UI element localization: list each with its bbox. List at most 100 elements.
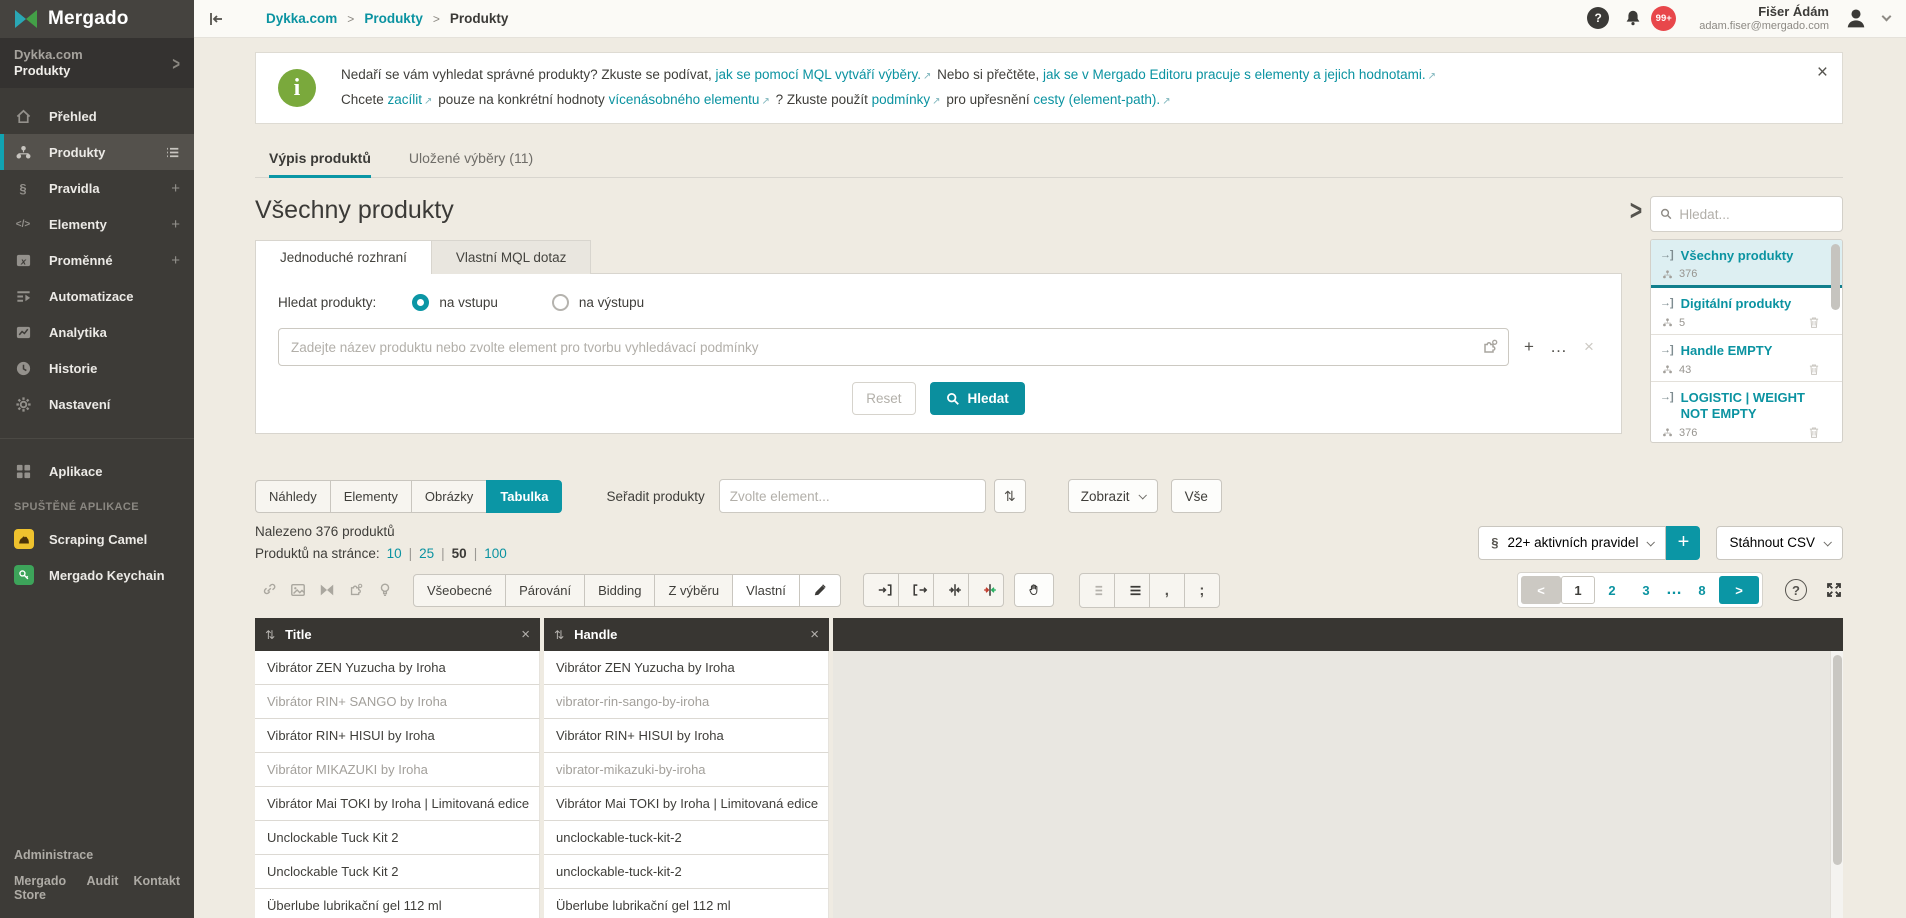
- workspace-switcher[interactable]: Dykka.com Produkty >: [0, 38, 194, 88]
- cell-title[interactable]: Überlube lubrikační gel 112 ml: [255, 889, 540, 918]
- page-2-button[interactable]: 2: [1595, 576, 1629, 604]
- banner-link-mql-vybery[interactable]: jak se pomocí MQL vytváří výběry.: [715, 67, 921, 82]
- help-icon[interactable]: ?: [1587, 7, 1609, 29]
- banner-link-vicenasobny-element[interactable]: vícenásobného elementu: [609, 92, 760, 107]
- active-rules-dropdown[interactable]: § 22+ aktivních pravidel: [1478, 526, 1666, 560]
- delete-selection-icon[interactable]: [1808, 363, 1820, 376]
- view-tabulka-button[interactable]: Tabulka: [486, 480, 562, 513]
- per-page-100[interactable]: 100: [484, 547, 507, 561]
- view-elementy-button[interactable]: Elementy: [330, 480, 412, 513]
- semicolon-separator-button[interactable]: ;: [1184, 573, 1220, 608]
- cell-handle[interactable]: Vibrátor Mai TOKI by Iroha | Limitovaná …: [544, 787, 829, 821]
- clear-query-icon[interactable]: ×: [1579, 337, 1599, 357]
- banner-link-zacilit[interactable]: zacílit: [388, 92, 423, 107]
- selection-vsechny-produkty[interactable]: →]Všechny produkty 376: [1651, 240, 1842, 288]
- show-all-button[interactable]: Vše: [1171, 479, 1222, 513]
- radio-na-vstupu[interactable]: na vstupu: [402, 294, 498, 311]
- cell-handle[interactable]: unclockable-tuck-kit-2: [544, 821, 829, 855]
- link-icon[interactable]: [261, 582, 277, 598]
- mergado-logo[interactable]: Mergado: [0, 0, 194, 38]
- prev-page-button[interactable]: <: [1521, 576, 1561, 604]
- sidebar-app-scraping-camel[interactable]: Scraping Camel: [0, 521, 194, 557]
- table-row[interactable]: Vibrátor RIN+ SANGO by Iroha vibrator-ri…: [255, 685, 1843, 719]
- cell-handle[interactable]: Vibrátor RIN+ HISUI by Iroha: [544, 719, 829, 753]
- puzzle-gear-icon[interactable]: [348, 582, 364, 598]
- mergado-m-icon[interactable]: [319, 582, 335, 598]
- export-after-button[interactable]: [898, 573, 934, 607]
- cell-handle[interactable]: vibrator-rin-sango-by-iroha: [544, 685, 829, 719]
- sort-column-icon[interactable]: ⇅: [265, 628, 275, 642]
- selections-search-input[interactable]: [1679, 207, 1833, 222]
- category-bidding-button[interactable]: Bidding: [584, 574, 655, 607]
- footer-link-mergado-store[interactable]: Mergado Store: [14, 874, 72, 902]
- footer-link-kontakt[interactable]: Kontakt: [133, 874, 180, 902]
- notifications-bell-icon[interactable]: [1624, 9, 1642, 27]
- selection-digitalni-produkty[interactable]: →]Digitální produkty 5: [1651, 288, 1842, 335]
- sidebar-item-analytika[interactable]: Analytika: [0, 314, 194, 350]
- selections-scrollbar[interactable]: [1831, 244, 1840, 310]
- cell-title[interactable]: Vibrátor RIN+ HISUI by Iroha: [255, 719, 540, 753]
- table-row[interactable]: Überlube lubrikační gel 112 ml Überlube …: [255, 889, 1843, 918]
- category-z-vyberu-button[interactable]: Z výběru: [654, 574, 733, 607]
- banner-link-element-path[interactable]: cesty (element-path).: [1033, 92, 1160, 107]
- remove-column-icon[interactable]: ×: [810, 626, 819, 643]
- tab-vlastni-mql-dotaz[interactable]: Vlastní MQL dotaz: [431, 240, 592, 274]
- cell-title[interactable]: Vibrátor RIN+ SANGO by Iroha: [255, 685, 540, 719]
- more-options-icon[interactable]: …: [1549, 337, 1569, 357]
- fullscreen-icon[interactable]: [1825, 581, 1843, 599]
- sidebar-item-automatizace[interactable]: Automatizace: [0, 278, 194, 314]
- selection-handle-empty[interactable]: →]Handle EMPTY 43: [1651, 335, 1842, 382]
- sidebar-item-historie[interactable]: Historie: [0, 350, 194, 386]
- collapse-selections-icon[interactable]: >: [1630, 196, 1642, 228]
- page-1-button[interactable]: 1: [1561, 576, 1595, 604]
- sidebar-item-pravidla[interactable]: § Pravidla +: [0, 170, 194, 206]
- tab-ulozene-vybery[interactable]: Uložené výběry (11): [409, 150, 533, 177]
- radio-na-vystupu[interactable]: na výstupu: [542, 294, 644, 311]
- drag-hand-button[interactable]: [1014, 573, 1054, 607]
- product-query-input[interactable]: [278, 328, 1509, 366]
- delete-selection-icon[interactable]: [1808, 316, 1820, 329]
- user-menu-caret-icon[interactable]: [1882, 12, 1892, 22]
- selection-logistic-weight[interactable]: →]LOGISTIC | WEIGHT NOT EMPTY 376: [1651, 382, 1842, 443]
- add-rule-icon[interactable]: +: [171, 180, 180, 197]
- remove-column-icon[interactable]: ×: [521, 626, 530, 643]
- view-obrazky-button[interactable]: Obrázky: [411, 480, 487, 513]
- notifications-badge[interactable]: 99+: [1651, 6, 1676, 31]
- table-help-icon[interactable]: ?: [1785, 579, 1807, 601]
- sort-direction-button[interactable]: ⇅: [994, 479, 1026, 513]
- sort-column-icon[interactable]: ⇅: [554, 628, 564, 642]
- display-dropdown-button[interactable]: Zobrazit: [1068, 479, 1158, 513]
- category-vlastni-button[interactable]: Vlastní: [732, 574, 800, 607]
- add-condition-icon[interactable]: +: [1519, 337, 1539, 357]
- table-row[interactable]: Unclockable Tuck Kit 2 unclockable-tuck-…: [255, 855, 1843, 889]
- table-scrollbar-thumb[interactable]: [1833, 655, 1842, 865]
- per-page-50-current[interactable]: 50: [452, 547, 467, 561]
- cell-title[interactable]: Unclockable Tuck Kit 2: [255, 821, 540, 855]
- table-row[interactable]: Vibrátor RIN+ HISUI by Iroha Vibrátor RI…: [255, 719, 1843, 753]
- view-nahledy-button[interactable]: Náhledy: [255, 480, 331, 513]
- compact-rows-button[interactable]: [1079, 573, 1115, 608]
- avatar-icon[interactable]: [1844, 6, 1868, 30]
- admin-link[interactable]: Administrace: [14, 848, 180, 862]
- per-page-25[interactable]: 25: [419, 547, 434, 561]
- banner-close-icon[interactable]: ×: [1817, 63, 1828, 82]
- sidebar-item-nastaveni[interactable]: Nastavení: [0, 386, 194, 422]
- products-list-icon[interactable]: [165, 145, 180, 160]
- tab-vypis-produktu[interactable]: Výpis produktů: [269, 150, 371, 178]
- cell-title[interactable]: Vibrátor MIKAZUKI by Iroha: [255, 753, 540, 787]
- page-3-button[interactable]: 3: [1629, 576, 1663, 604]
- comma-separator-button[interactable]: ,: [1149, 573, 1185, 608]
- sidebar-item-aplikace[interactable]: Aplikace: [0, 453, 194, 489]
- cell-title[interactable]: Unclockable Tuck Kit 2: [255, 855, 540, 889]
- per-page-10[interactable]: 10: [387, 547, 402, 561]
- page-8-button[interactable]: 8: [1685, 576, 1719, 604]
- cell-handle[interactable]: Vibrátor ZEN Yuzucha by Iroha: [544, 651, 829, 685]
- cell-handle[interactable]: Überlube lubrikační gel 112 ml: [544, 889, 829, 918]
- add-rule-button[interactable]: +: [1666, 526, 1700, 560]
- tab-jednoduche-rozhrani[interactable]: Jednoduché rozhraní: [255, 240, 432, 274]
- puzzle-gear-icon[interactable]: [1481, 338, 1499, 356]
- footer-link-audit[interactable]: Audit: [87, 874, 119, 902]
- edit-pencil-button[interactable]: [799, 574, 841, 607]
- sidebar-app-mergado-keychain[interactable]: Mergado Keychain: [0, 557, 194, 593]
- category-vseobecne-button[interactable]: Všeobecné: [413, 574, 506, 607]
